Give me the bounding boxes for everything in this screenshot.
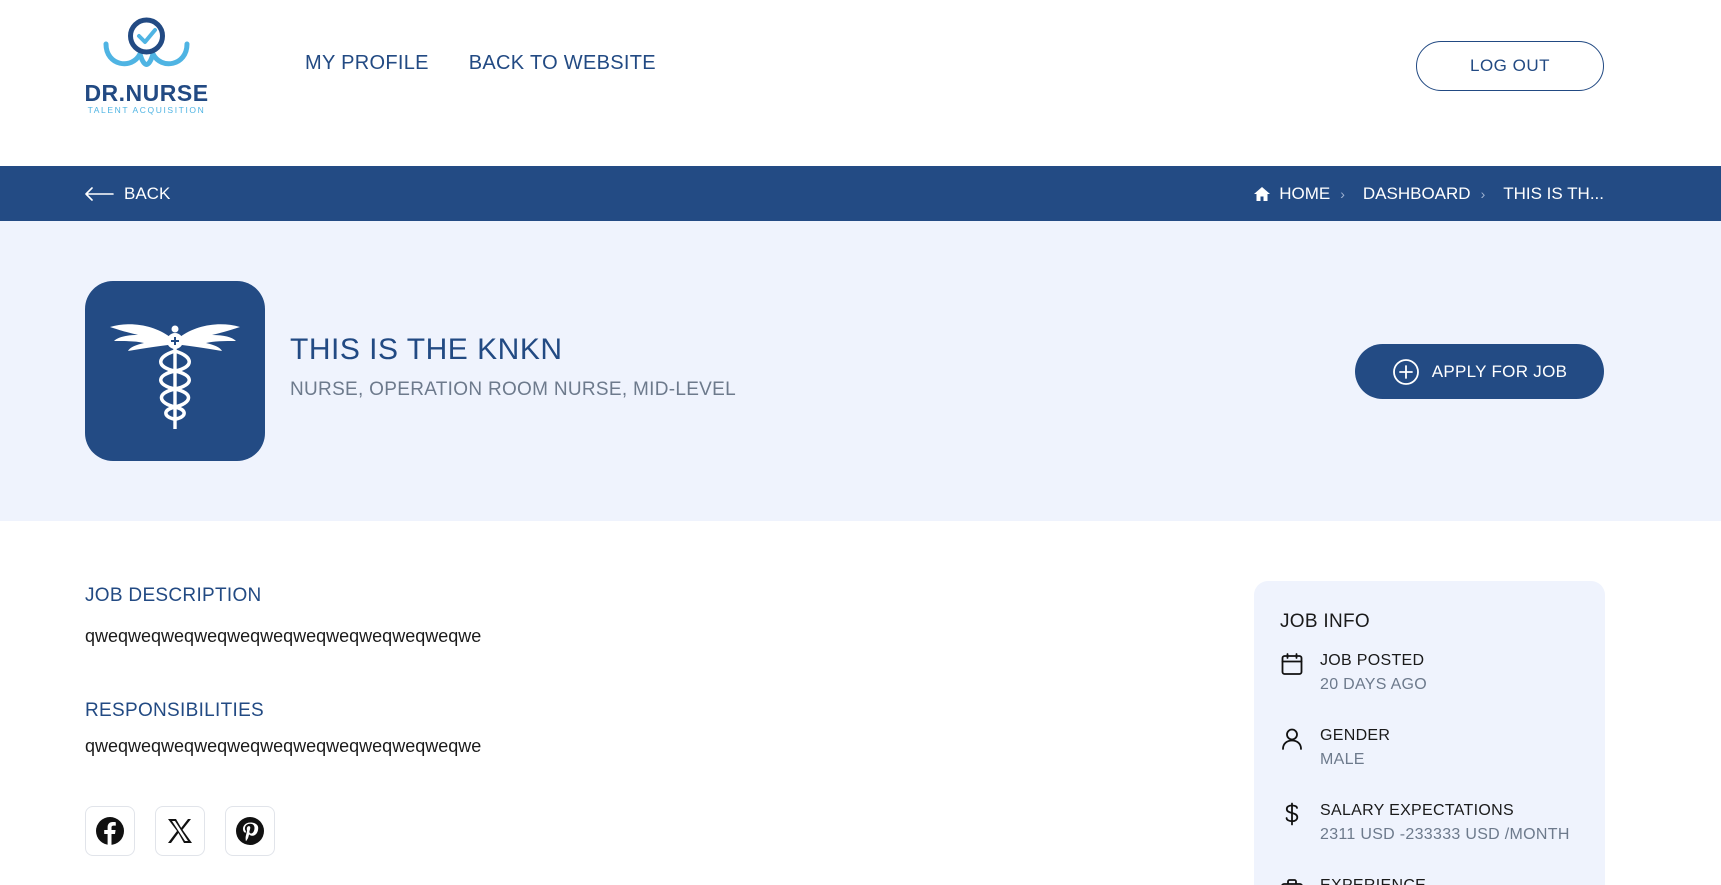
x-icon — [168, 819, 192, 843]
caduceus-icon — [110, 324, 240, 429]
job-logo — [85, 281, 265, 461]
responsibilities-heading: RESPONSIBILITIES — [85, 700, 265, 721]
salary-value: 2311 USD -233333 USD /MONTH — [1320, 826, 1570, 843]
job-title: THIS IS THE KNKN — [290, 333, 563, 366]
job-posted-value: 20 DAYS AGO — [1320, 676, 1428, 693]
job-info-row-posted: JOB POSTED 20 DAYS AGO — [1280, 652, 1427, 694]
logo-subtitle: TALENT ACQUISITION — [87, 105, 206, 115]
social-share — [85, 806, 275, 856]
job-info-row-salary: SALARY EXPECTATIONS 2311 USD -233333 USD… — [1280, 802, 1570, 844]
apply-for-job-button[interactable]: APPLY FOR JOB — [1355, 344, 1604, 399]
salary-label: SALARY EXPECTATIONS — [1320, 802, 1514, 819]
apply-label: APPLY FOR JOB — [1431, 361, 1568, 381]
job-posted-label: JOB POSTED — [1320, 652, 1425, 669]
responsibilities-text: qweqweqweqweqweqweqweqweqweqweqweqwe — [85, 736, 482, 756]
facebook-icon — [96, 817, 124, 845]
main-nav: MY PROFILE BACK TO WEBSITE — [305, 52, 656, 75]
chevron-right-icon: › — [1480, 185, 1486, 202]
breadcrumb-dashboard[interactable]: DASHBOARD — [1363, 184, 1471, 204]
share-pinterest-button[interactable] — [225, 806, 275, 856]
share-x-button[interactable] — [155, 806, 205, 856]
experience-label: EXPERIENCE — [1320, 877, 1426, 885]
user-icon — [1282, 728, 1302, 750]
breadcrumb: HOME › DASHBOARD › THIS IS TH... — [1253, 166, 1604, 221]
job-description-heading: JOB DESCRIPTION — [85, 585, 262, 606]
gender-value: MALE — [1320, 751, 1365, 768]
nav-back-to-website[interactable]: BACK TO WEBSITE — [469, 52, 656, 75]
job-info-row-gender: GENDER MALE — [1280, 727, 1390, 769]
job-info-row-experience: EXPERIENCE — [1280, 877, 1426, 885]
logo-mark-icon — [103, 17, 190, 67]
brand-logo[interactable]: DR.NURSE TALENT ACQUISITION — [84, 16, 209, 116]
back-label: BACK — [124, 183, 171, 203]
logo-text: DR.NURSE — [84, 80, 209, 106]
job-description-text: qweqweqweqweqweqweqweqweqweqweqweqwe — [85, 626, 482, 646]
job-hero: THIS IS THE KNKN NURSE, OPERATION ROOM N… — [0, 221, 1721, 521]
breadcrumb-current: THIS IS TH... — [1503, 183, 1604, 203]
arrow-left-icon — [85, 186, 114, 201]
site-header: DR.NURSE TALENT ACQUISITION MY PROFILE B… — [0, 0, 1721, 166]
job-info-title: JOB INFO — [1280, 611, 1371, 632]
dollar-icon — [1285, 802, 1299, 826]
job-info-card: JOB INFO JOB POSTED 20 DAYS AGO GENDER M… — [1254, 581, 1605, 885]
logout-button[interactable]: LOG OUT — [1416, 41, 1604, 91]
job-subtitle: NURSE, OPERATION ROOM NURSE, MID-LEVEL — [290, 379, 736, 400]
share-facebook-button[interactable] — [85, 806, 135, 856]
calendar-icon — [1281, 653, 1303, 675]
nav-my-profile[interactable]: MY PROFILE — [305, 52, 429, 75]
chevron-right-icon: › — [1340, 185, 1345, 202]
breadcrumb-bar: BACK HOME › DASHBOARD › THIS IS TH... — [0, 166, 1721, 221]
briefcase-icon — [1281, 879, 1303, 885]
back-link[interactable]: BACK — [84, 166, 170, 221]
plus-circle-icon — [1392, 358, 1419, 385]
breadcrumb-home[interactable]: HOME — [1279, 184, 1330, 204]
pinterest-icon — [236, 817, 264, 845]
home-icon — [1254, 186, 1271, 201]
gender-label: GENDER — [1320, 727, 1391, 744]
